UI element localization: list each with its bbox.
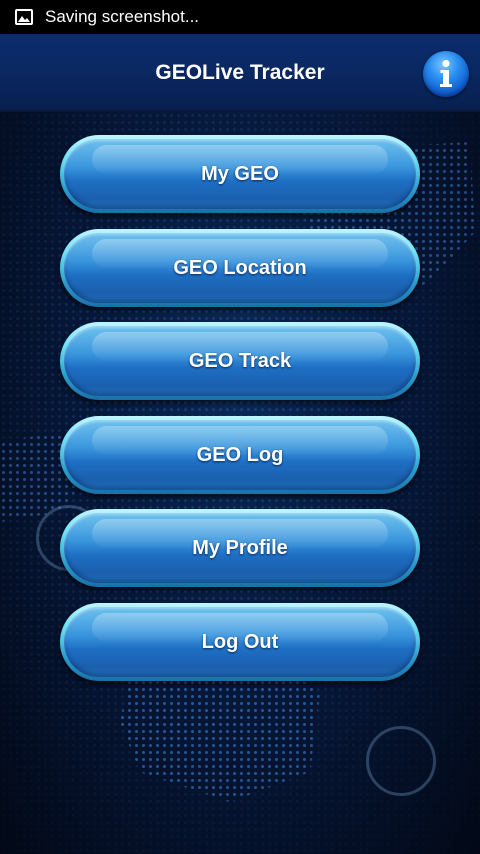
status-notification-text: Saving screenshot...: [45, 7, 200, 26]
button-label: GEO Log: [196, 443, 284, 466]
button-label: My GEO: [201, 163, 279, 185]
map-ring-decoration: [366, 726, 436, 796]
app-header: GEOLive Tracker: [0, 34, 480, 112]
button-label: GEO Track: [188, 350, 292, 372]
my-geo-button[interactable]: My GEO: [60, 135, 420, 213]
log-out-button[interactable]: Log Out: [60, 602, 420, 681]
geo-track-button[interactable]: GEO Track: [60, 322, 420, 400]
page-title: GEOLive Tracker: [155, 61, 325, 84]
geo-log-button[interactable]: GEO Log: [60, 415, 420, 494]
button-label: My Profile: [192, 537, 288, 559]
main-menu: My GEO GEO Location GEO Track GEO Log My…: [60, 135, 420, 696]
geo-location-button[interactable]: GEO Location: [60, 228, 420, 307]
app-screen: Saving screenshot... GEOLive Tracker My …: [0, 0, 480, 854]
my-profile-button[interactable]: My Profile: [60, 509, 420, 587]
info-icon: [440, 59, 452, 87]
status-bar: Saving screenshot...: [0, 0, 480, 34]
info-button[interactable]: [423, 51, 469, 97]
image-icon: [15, 9, 33, 25]
button-label: Log Out: [201, 630, 279, 653]
button-label: GEO Location: [173, 256, 307, 279]
